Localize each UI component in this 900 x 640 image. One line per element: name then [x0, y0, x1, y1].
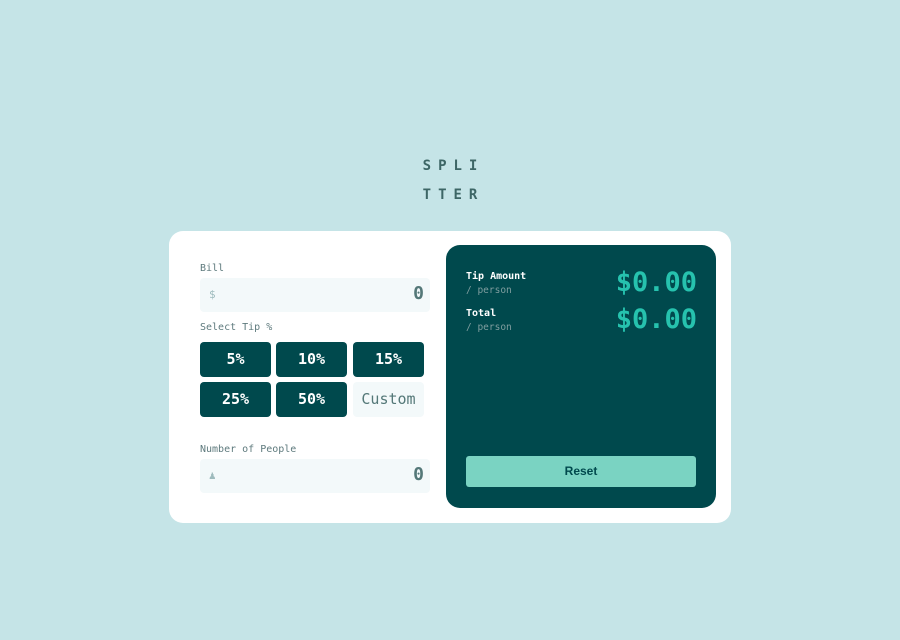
tip-amount-value: $0.00	[615, 267, 697, 298]
tip-button-5[interactable]: 5%	[200, 342, 271, 377]
tip-amount-label: Tip Amount	[466, 271, 527, 282]
bill-input[interactable]: $ 0	[200, 278, 430, 312]
tip-button-25[interactable]: 25%	[200, 382, 271, 417]
result-panel: Tip Amount / person $0.00 Total / person…	[446, 245, 716, 508]
tip-button-15[interactable]: 15%	[353, 342, 424, 377]
calculator-card: Bill $ 0 Select Tip % 5% 10% 15% 25% 50%…	[169, 231, 731, 523]
app-logo: SPLI TTER	[0, 152, 900, 210]
people-value: 0	[413, 464, 424, 485]
tip-button-10[interactable]: 10%	[276, 342, 347, 377]
total-label: Total	[466, 308, 497, 319]
people-input[interactable]: ♟ 0	[200, 459, 430, 493]
bill-value: 0	[413, 283, 424, 304]
total-per-person-label: / person	[466, 322, 512, 333]
people-label: Number of People	[200, 444, 297, 455]
bill-label: Bill	[200, 263, 225, 274]
select-tip-label: Select Tip %	[200, 322, 273, 333]
logo-line-1: SPLI	[422, 158, 485, 174]
logo-line-2: TTER	[422, 187, 485, 203]
tip-amount-per-person-label: / person	[466, 285, 512, 296]
reset-button[interactable]: Reset	[466, 456, 696, 487]
tip-custom-input[interactable]: Custom	[353, 382, 424, 417]
person-icon: ♟	[209, 469, 216, 482]
tip-button-50[interactable]: 50%	[276, 382, 347, 417]
dollar-icon: $	[209, 288, 216, 301]
total-value: $0.00	[615, 304, 697, 335]
